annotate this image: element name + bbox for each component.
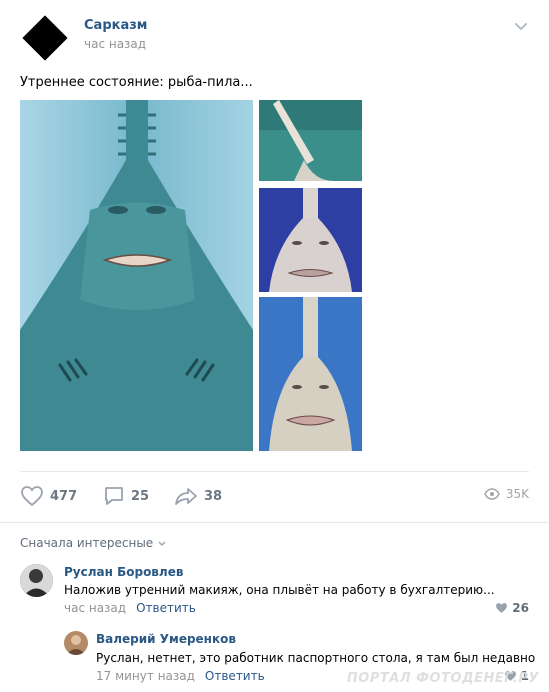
comment-time[interactable]: 17 минут назад: [96, 669, 195, 683]
comment-meta: час назад Ответить: [64, 601, 196, 615]
comment-author[interactable]: Руслан Боровлев: [64, 565, 183, 579]
avatar[interactable]: [64, 631, 88, 655]
post-photo-2[interactable]: [259, 100, 362, 181]
post-photo-4[interactable]: [259, 297, 362, 451]
community-name[interactable]: Сарказм: [84, 18, 147, 33]
share-icon: [175, 488, 197, 505]
sort-label: Сначала интересные: [20, 536, 154, 550]
comment-author[interactable]: Валерий Умеренков: [96, 632, 236, 646]
reply-button[interactable]: Ответить: [136, 601, 196, 615]
chevron-down-icon: [158, 541, 166, 546]
heart-icon: [496, 603, 508, 613]
reply-button[interactable]: Ответить: [205, 669, 265, 683]
comment-like-count: 26: [512, 601, 529, 615]
comment-text: Руслан, нетнет, это работник паспортного…: [96, 651, 536, 665]
comments-sort-dropdown[interactable]: Сначала интересные: [20, 536, 167, 550]
post-time[interactable]: час назад: [84, 37, 146, 51]
avatar[interactable]: [20, 564, 53, 597]
comment-button[interactable]: 25: [103, 484, 149, 508]
comment-count: 25: [131, 488, 150, 504]
heart-icon: [21, 486, 43, 507]
comment-meta: 17 минут назад Ответить: [96, 669, 265, 683]
share-count: 38: [204, 488, 223, 504]
views-count: 35K: [505, 487, 529, 501]
eye-icon: [484, 488, 500, 500]
watermark: ПОРТАЛ ФОТОДЕНЕГ.РУ: [346, 671, 539, 686]
comment-like-button[interactable]: 26: [495, 601, 529, 615]
post-text: Утреннее состояние: рыба-пила...: [20, 75, 253, 90]
comment-text: Наложив утренний макияж, она плывёт на р…: [64, 583, 495, 597]
chevron-down-icon[interactable]: [513, 18, 529, 34]
comment-time[interactable]: час назад: [64, 601, 126, 615]
views-counter: 35K: [484, 487, 529, 501]
post-header: Сарказм час назад: [0, 0, 549, 70]
share-button[interactable]: 38: [174, 484, 222, 508]
divider: [20, 471, 529, 472]
comment-icon: [105, 487, 123, 505]
post-photo-main[interactable]: [20, 100, 253, 451]
community-avatar[interactable]: [22, 15, 68, 61]
like-count: 477: [50, 488, 78, 504]
post-photo-3[interactable]: [259, 188, 362, 292]
like-button[interactable]: 477: [20, 484, 77, 508]
divider: [0, 522, 549, 523]
diamond-logo-icon: [22, 15, 68, 61]
